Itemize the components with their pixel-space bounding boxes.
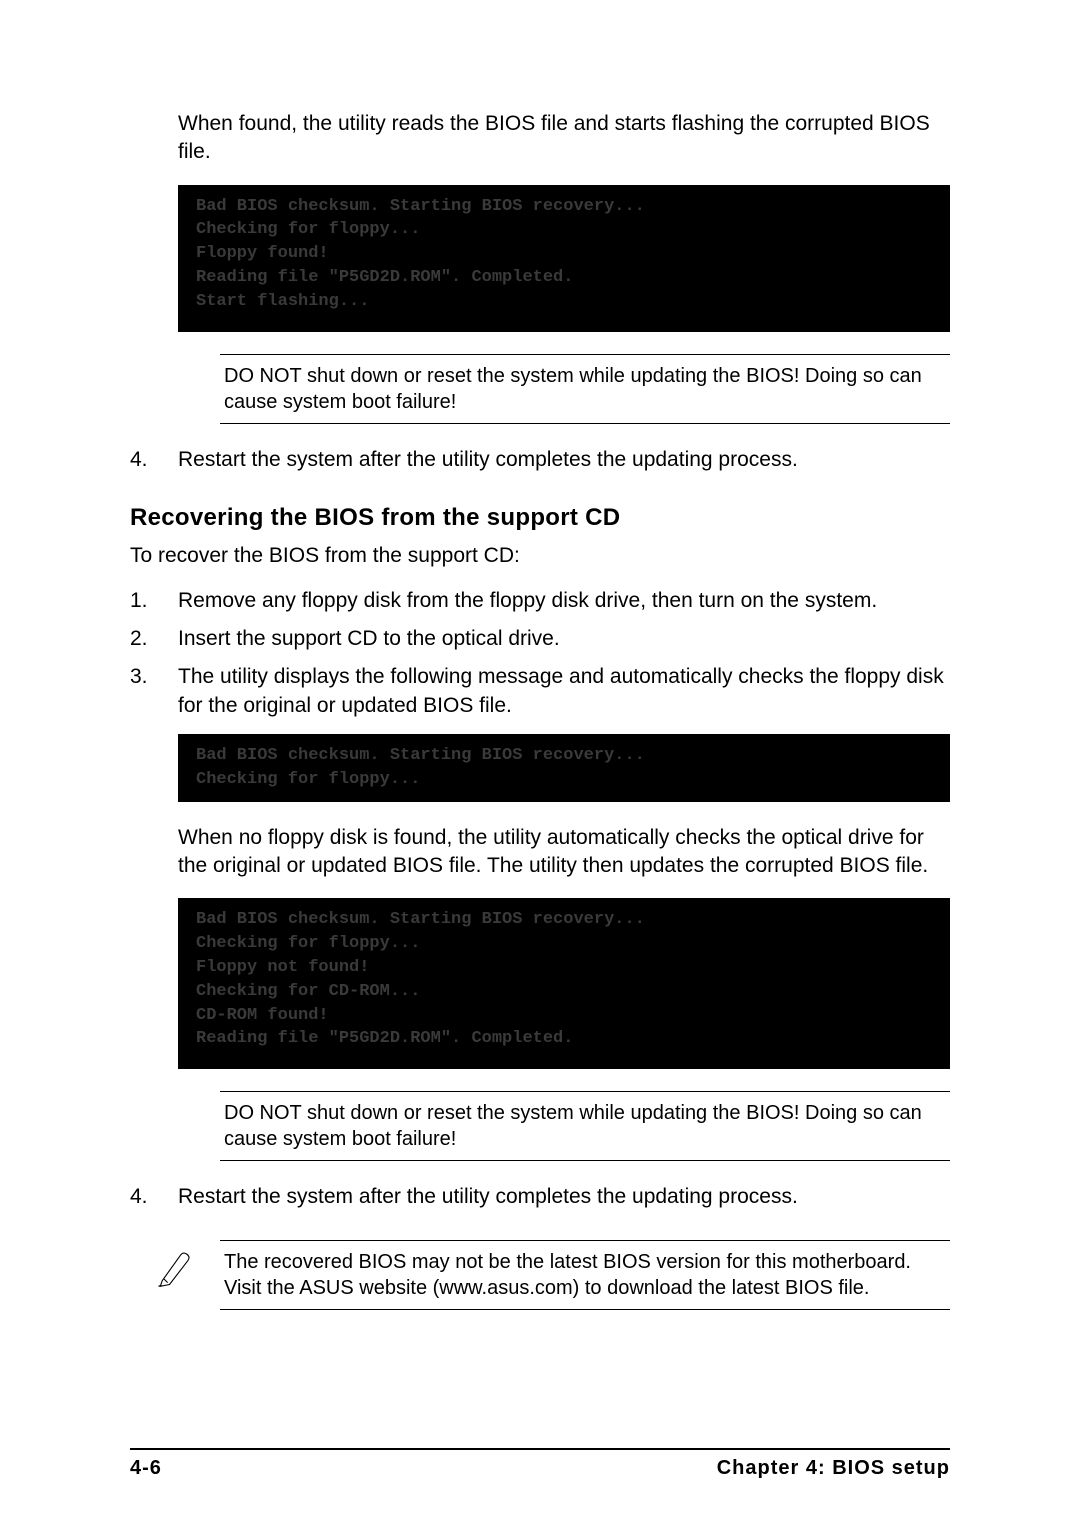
chapter-label: Chapter 4: BIOS setup <box>717 1455 950 1482</box>
ordered-list-3: 4. Restart the system after the utility … <box>130 1183 950 1211</box>
list-item: 1. Remove any floppy disk from the flopp… <box>130 587 950 615</box>
warning-text: DO NOT shut down or reset the system whi… <box>220 1092 950 1160</box>
terminal-output-2: Bad BIOS checksum. Starting BIOS recover… <box>178 734 950 802</box>
page-footer: 4-6 Chapter 4: BIOS setup <box>130 1455 950 1482</box>
list-item: 2. Insert the support CD to the optical … <box>130 625 950 653</box>
terminal-output-3: Bad BIOS checksum. Starting BIOS recover… <box>178 898 950 1069</box>
section-sub: To recover the BIOS from the support CD: <box>130 542 950 570</box>
warning-text: DO NOT shut down or reset the system whi… <box>220 355 950 423</box>
paragraph: When no floppy disk is found, the utilit… <box>178 824 950 881</box>
list-item: 4. Restart the system after the utility … <box>130 446 950 474</box>
terminal-output-1: Bad BIOS checksum. Starting BIOS recover… <box>178 185 950 332</box>
list-item: 3. The utility displays the following me… <box>130 663 950 720</box>
warning-callout-2: DO NOT shut down or reset the system whi… <box>220 1091 950 1161</box>
note-callout: The recovered BIOS may not be the latest… <box>130 1240 950 1310</box>
pencil-icon <box>130 1240 220 1310</box>
ordered-list-2: 1. Remove any floppy disk from the flopp… <box>130 587 950 720</box>
footer-rule <box>130 1448 950 1450</box>
ordered-list-1: 4. Restart the system after the utility … <box>130 446 950 474</box>
page-number: 4-6 <box>130 1455 162 1482</box>
intro-paragraph: When found, the utility reads the BIOS f… <box>178 110 950 167</box>
note-text: The recovered BIOS may not be the latest… <box>220 1240 950 1310</box>
list-item: 4. Restart the system after the utility … <box>130 1183 950 1211</box>
warning-callout-1: DO NOT shut down or reset the system whi… <box>220 354 950 424</box>
section-heading: Recovering the BIOS from the support CD <box>130 502 950 534</box>
